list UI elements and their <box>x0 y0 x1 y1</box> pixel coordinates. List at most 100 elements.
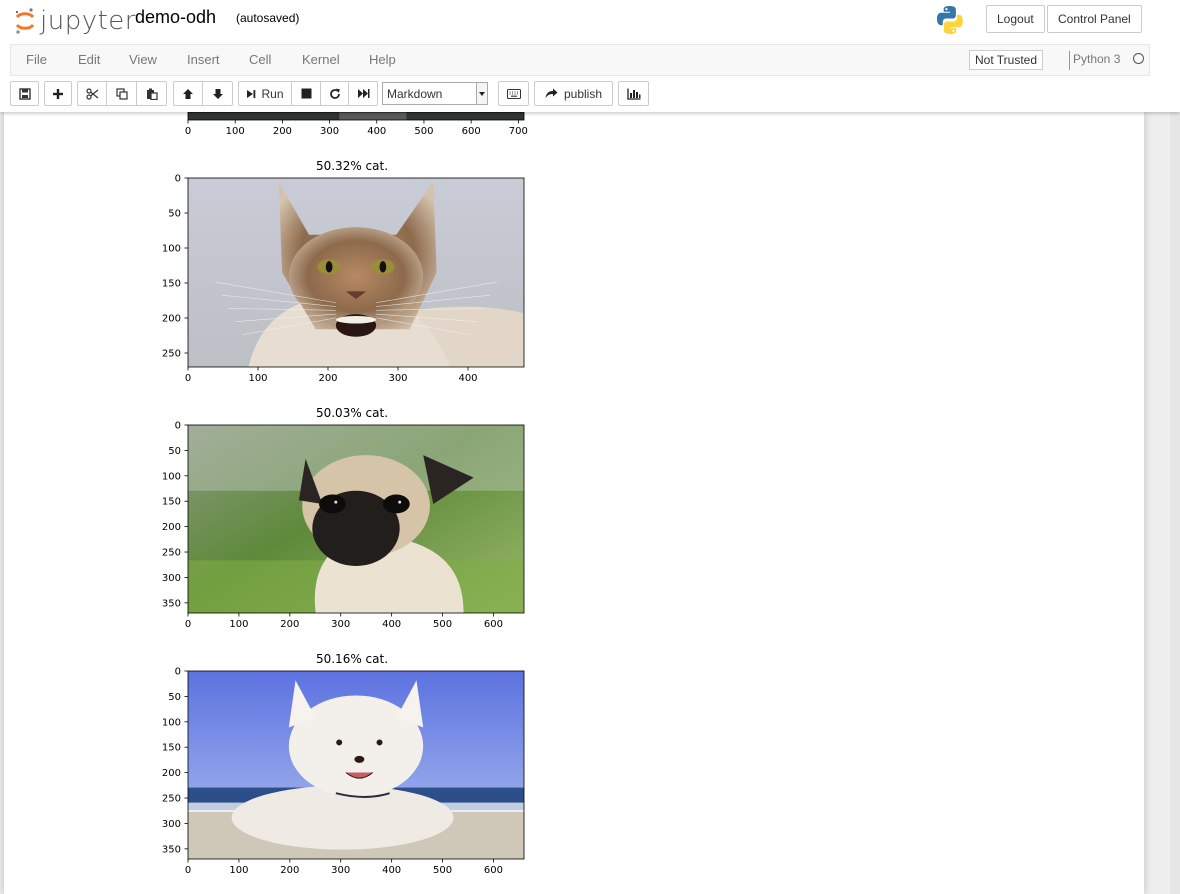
notebook-container: 0 100 200 300 400 500 600 700 50.32% cat. 0 100 2… <box>4 112 1144 894</box>
move-cell-up-button[interactable] <box>173 81 203 106</box>
python-logo-icon <box>937 6 963 35</box>
kernel-divider <box>1069 51 1070 70</box>
paste-button[interactable] <box>137 81 167 106</box>
jupyter-logo[interactable]: jupyter <box>14 4 135 36</box>
y-tick-label: 350 <box>162 844 181 855</box>
scroll-gutter <box>1170 112 1180 894</box>
interrupt-kernel-button[interactable] <box>292 81 321 106</box>
menu-file[interactable]: File <box>26 52 47 67</box>
command-palette-button[interactable] <box>498 81 529 106</box>
menu-help[interactable]: Help <box>369 52 396 67</box>
x-tick-label: 0 <box>185 865 191 876</box>
partial-output-figure: 0 100 200 300 400 500 600 700 <box>144 112 528 142</box>
x-tick-label: 200 <box>280 865 299 876</box>
y-tick-label: 200 <box>162 522 181 533</box>
x-tick-label: 600 <box>462 126 481 137</box>
insert-cell-button[interactable] <box>44 81 72 106</box>
figure-image-detail <box>339 112 407 120</box>
stop-icon <box>301 88 311 99</box>
x-tick-label: 0 <box>185 373 191 384</box>
y-tick-label: 250 <box>162 548 181 559</box>
figure-plot: 0 100 200 300 400 0 50 100 150 200 250 <box>162 174 525 384</box>
x-tick-label: 100 <box>229 619 248 630</box>
y-tick-label: 50 <box>168 446 181 457</box>
kernel-name[interactable]: Python 3 <box>1073 52 1120 66</box>
x-tick-label: 200 <box>318 373 337 384</box>
keyboard-icon <box>506 88 521 99</box>
not-trusted-button[interactable]: Not Trusted <box>969 50 1044 70</box>
menu-view[interactable]: View <box>129 52 157 67</box>
y-tick-label: 300 <box>162 573 181 584</box>
autosave-status: (autosaved) <box>236 11 300 25</box>
x-tick-label: 400 <box>382 619 401 630</box>
cut-icon <box>85 87 98 100</box>
y-tick-label: 250 <box>162 794 181 805</box>
x-tick-label: 0 <box>185 619 191 630</box>
x-tick-label: 500 <box>433 619 452 630</box>
cell-type-select[interactable]: Markdown <box>382 82 488 105</box>
x-tick-label: 100 <box>229 865 248 876</box>
y-tick-label: 100 <box>162 471 181 482</box>
y-tick-label: 250 <box>162 349 181 360</box>
save-icon <box>18 87 31 100</box>
y-tick-label: 150 <box>162 743 181 754</box>
x-tick-label: 600 <box>484 865 503 876</box>
x-tick-label: 100 <box>248 373 267 384</box>
cell-type-value: Markdown <box>387 87 443 101</box>
y-tick-label: 50 <box>168 209 181 220</box>
y-tick-label: 150 <box>162 279 181 290</box>
x-tick-label: 300 <box>388 373 407 384</box>
x-tick-label: 700 <box>509 126 528 137</box>
figure-image <box>188 425 524 613</box>
cut-button[interactable] <box>77 81 107 106</box>
notebook-header: jupyter demo-odh (autosaved) Logout Cont… <box>0 0 1180 112</box>
y-tick-label: 350 <box>162 598 181 609</box>
fast-forward-icon <box>357 89 369 98</box>
menu-edit[interactable]: Edit <box>78 52 100 67</box>
menubar: File Edit View Insert Cell Kernel Help N… <box>10 44 1150 76</box>
y-tick-label: 200 <box>162 768 181 779</box>
jupyter-logo-text: jupyter <box>40 6 136 36</box>
figure-image <box>188 671 524 859</box>
kernel-idle-indicator-icon <box>1133 53 1144 64</box>
x-tick-label: 100 <box>226 126 245 137</box>
save-button[interactable] <box>10 81 39 106</box>
x-tick-label: 0 <box>185 126 191 137</box>
refresh-icon <box>329 88 340 99</box>
chevron-down-icon <box>476 83 487 104</box>
chart-button[interactable] <box>618 81 649 106</box>
x-tick-label: 200 <box>280 619 299 630</box>
figure-image <box>188 178 524 367</box>
y-tick-label: 0 <box>175 174 181 185</box>
figure-plot: 0 100 200 300 400 500 600 0 50 100 150 200 250 300 350 <box>162 667 525 876</box>
menu-kernel[interactable]: Kernel <box>302 52 340 67</box>
run-label: Run <box>261 86 284 101</box>
output-figure-3: 50.16% cat. 0 100 200 300 400 500 600 0 50 100 150… <box>144 651 525 891</box>
control-panel-button[interactable]: Control Panel <box>1047 5 1142 33</box>
publish-button[interactable]: publish <box>534 81 613 106</box>
figure-plot: 0 100 200 300 400 500 600 0 50 100 150 200 250 300 350 <box>162 421 525 630</box>
x-tick-label: 400 <box>367 126 386 137</box>
y-tick-label: 0 <box>175 421 181 432</box>
x-tick-label: 500 <box>433 865 452 876</box>
run-button[interactable]: Run <box>238 81 292 106</box>
copy-icon <box>115 87 128 100</box>
restart-run-all-button[interactable] <box>349 81 378 106</box>
menu-insert[interactable]: Insert <box>187 52 220 67</box>
y-tick-label: 100 <box>162 717 181 728</box>
notebook-name[interactable]: demo-odh <box>135 7 216 28</box>
menu-cell[interactable]: Cell <box>249 52 271 67</box>
bar-chart-icon <box>626 88 640 100</box>
share-icon <box>545 88 558 99</box>
y-tick-label: 50 <box>168 692 181 703</box>
x-tick-label: 600 <box>484 619 503 630</box>
copy-button[interactable] <box>107 81 137 106</box>
jupyter-logo-icon <box>15 8 35 34</box>
publish-label: publish <box>563 86 603 101</box>
restart-kernel-button[interactable] <box>321 81 349 106</box>
move-cell-down-button[interactable] <box>203 81 233 106</box>
output-figure-2: 50.03% cat. 0 100 200 300 400 500 600 0 50 100 150… <box>144 405 525 645</box>
paste-icon <box>146 88 158 100</box>
logout-button[interactable]: Logout <box>986 5 1045 33</box>
partial-figure-plot: 0 100 200 300 400 500 600 700 <box>185 112 528 137</box>
